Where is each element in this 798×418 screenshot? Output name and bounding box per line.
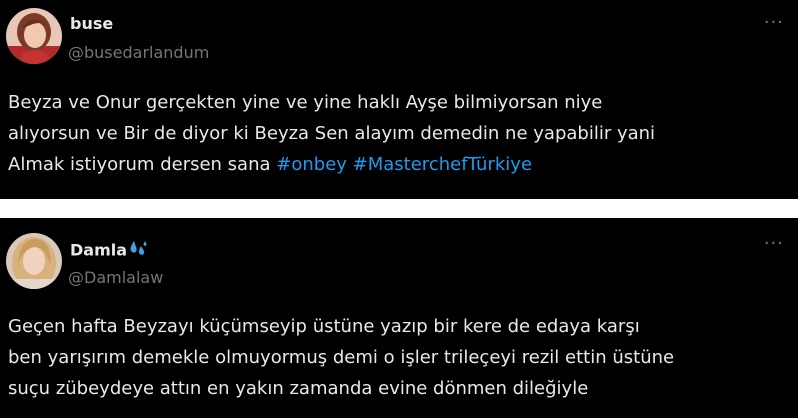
hashtag-link[interactable]: #onbey xyxy=(276,154,347,175)
tweet-text-line: alıyorsun ve Bir de diyor ki Beyza Sen a… xyxy=(8,123,656,144)
display-name[interactable]: Damla xyxy=(70,240,149,262)
tweet-text: Geçen hafta Beyzayı küçümseyip üstüne ya… xyxy=(8,311,794,404)
tweet-card: buse @busedarlandum ··· Beyza ve Onur ge… xyxy=(0,0,798,199)
tweet-text-line: Geçen hafta Beyzayı küçümseyip üstüne ya… xyxy=(8,316,640,337)
display-name-text: Damla xyxy=(70,240,128,260)
more-options-icon[interactable]: ··· xyxy=(764,14,784,32)
tweet-text-line: ben yarışırım demekle olmuyormuş demi o … xyxy=(8,347,675,368)
portrait-avatar-icon xyxy=(6,233,62,289)
tweet-text-line: Beyza ve Onur gerçekten yine ve yine hak… xyxy=(8,92,603,113)
hashtag-link[interactable]: #MasterchefTürkiye xyxy=(353,154,532,175)
user-handle[interactable]: @busedarlandum xyxy=(68,43,209,62)
tweet-text-segment: Almak istiyorum dersen sana xyxy=(8,154,271,175)
user-handle[interactable]: @Damlalaw xyxy=(68,268,163,287)
display-name[interactable]: buse xyxy=(70,14,113,33)
more-options-icon[interactable]: ··· xyxy=(764,235,784,253)
avatar[interactable] xyxy=(6,233,62,289)
tweet-text-line: suçu zübeydeye attın en yakın zamanda ev… xyxy=(8,378,589,399)
avatar[interactable] xyxy=(6,8,62,64)
tweet-card: Damla @Damlalaw ··· Geçen hafta Beyzayı … xyxy=(0,218,798,418)
tweet-text: Beyza ve Onur gerçekten yine ve yine hak… xyxy=(8,87,794,180)
tweet-text-line: Almak istiyorum dersen sana #onbey #Mast… xyxy=(8,149,794,180)
sweat-droplets-icon xyxy=(129,240,149,262)
portrait-avatar-icon xyxy=(6,8,62,64)
